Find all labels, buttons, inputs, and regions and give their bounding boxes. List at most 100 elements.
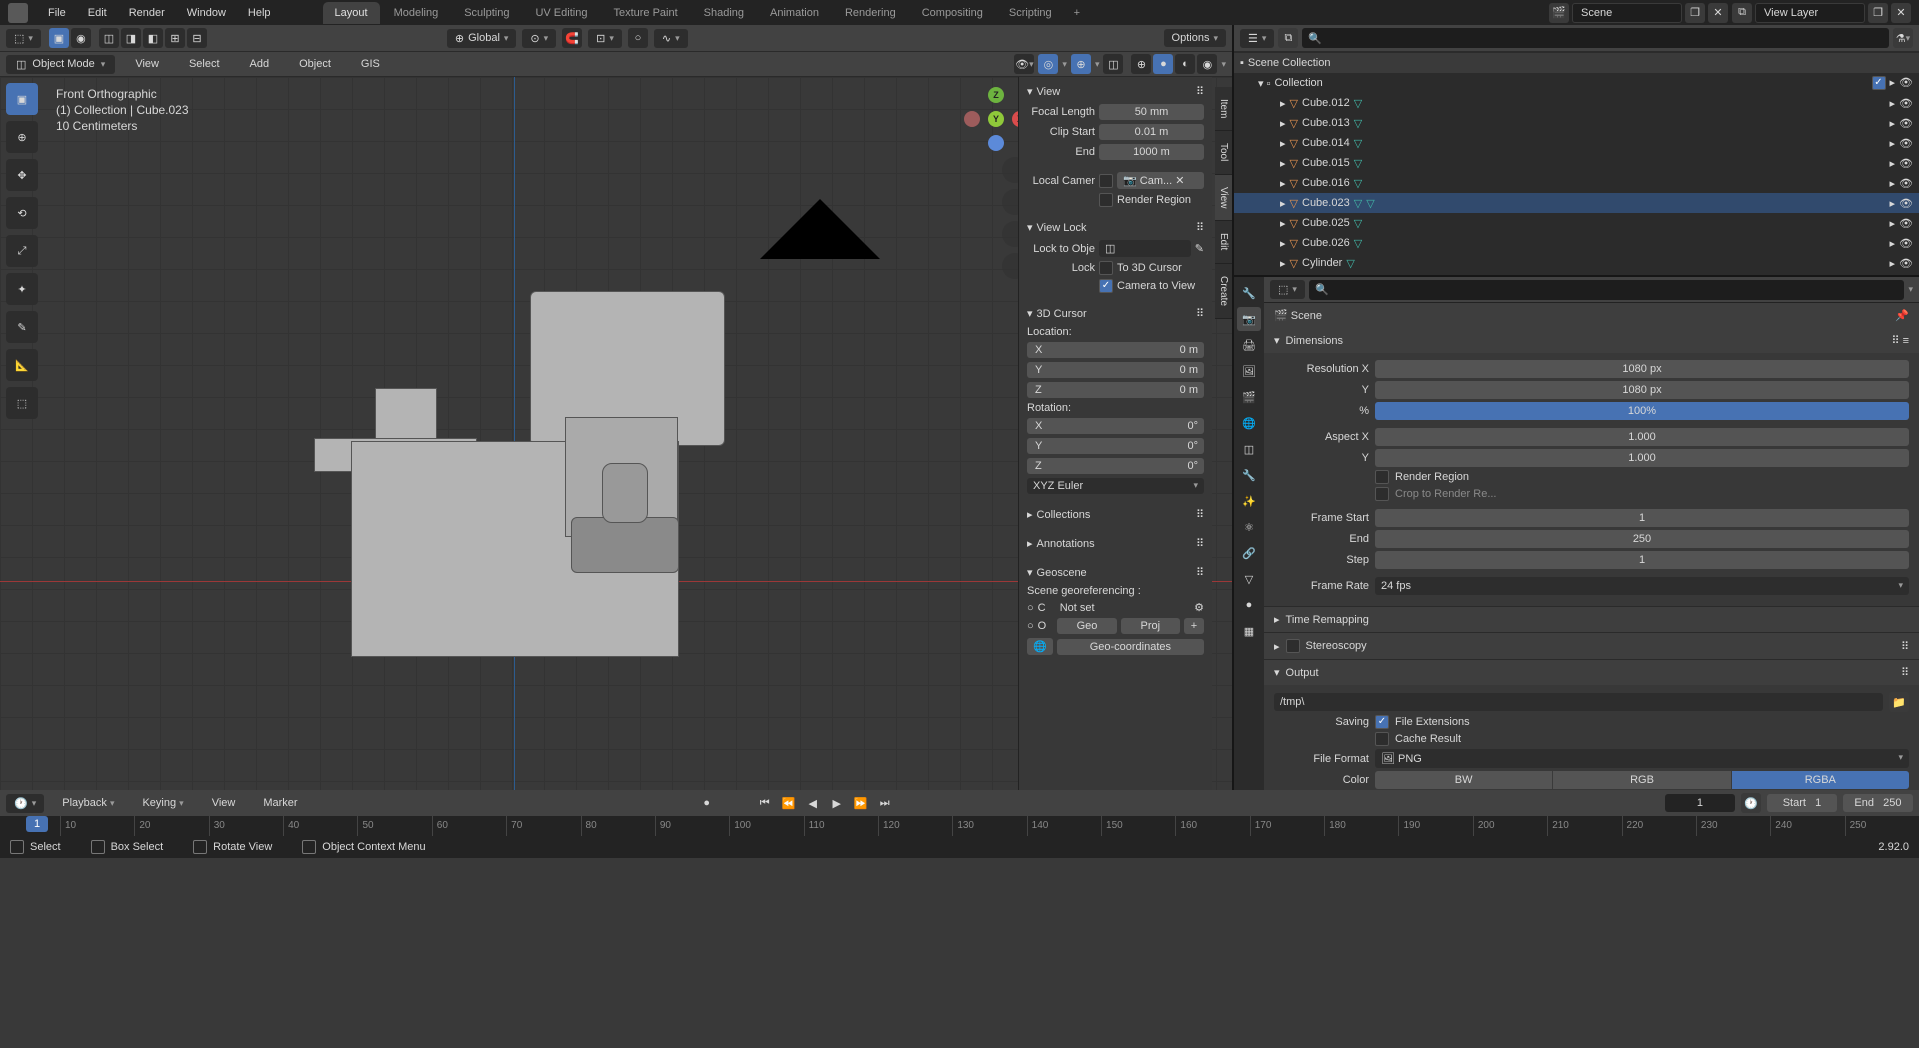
outliner-collection[interactable]: ▾ ▫ Collection▸👁 [1234,73,1919,93]
local-camera-checkbox[interactable] [1099,174,1113,188]
color-mode-rgb[interactable]: RGB [1553,771,1731,789]
timeline-ruler[interactable]: 1 10203040506070809010011012013014015016… [0,816,1919,836]
outliner-item-cube-025[interactable]: ▸ ▽ Cube.025 ▽▸👁 [1234,213,1919,233]
workspace-compositing[interactable]: Compositing [910,2,995,24]
props-editor-type[interactable]: ⬚ ▾ [1270,280,1305,299]
item-visibility-icon[interactable]: 👁 [1899,137,1913,150]
n-tab-edit[interactable]: Edit [1215,221,1232,263]
scene-delete-icon[interactable]: ✕ [1708,3,1728,23]
item-visibility-icon[interactable]: 👁 [1899,197,1913,210]
prop-tab-modifiers[interactable]: 🔧 [1237,463,1261,487]
output-header[interactable]: ▾ Output⠿ [1264,660,1919,685]
lock-to-object-field[interactable]: ◫ [1099,240,1191,257]
tool-cursor[interactable]: ⊕ [6,121,38,153]
menu-render[interactable]: Render [119,3,175,23]
jump-next-key-icon[interactable]: ⏩ [851,793,871,813]
proportional-edit-icon[interactable]: ○ [628,28,648,48]
geo-button[interactable]: Geo [1057,618,1116,634]
tool-select-box[interactable]: ▣ [6,83,38,115]
local-camera-field[interactable]: 📷 Cam... ✕ [1117,172,1204,189]
render-region-checkbox[interactable] [1099,193,1113,207]
workspace-layout[interactable]: Layout [323,2,380,24]
rotation-mode-selector[interactable]: XYZ Euler▾ [1027,478,1204,494]
tool-rotate[interactable]: ⟲ [6,197,38,229]
frame-start-timeline[interactable]: Start 1 [1767,794,1837,812]
outliner-item-cube-012[interactable]: ▸ ▽ Cube.012 ▽▸👁 [1234,93,1919,113]
timeline-marker-menu[interactable]: Marker [253,793,307,813]
autokey-toggle[interactable]: ● [697,793,717,813]
browse-folder-icon[interactable]: 📁 [1889,692,1909,712]
output-path-field[interactable]: /tmp\ [1274,693,1883,711]
xray-toggle-icon[interactable]: ◫ [1103,54,1123,74]
item-select-icon[interactable]: ▸ [1890,157,1896,170]
item-visibility-icon[interactable]: 👁 [1899,217,1913,230]
prop-tab-object[interactable]: ◫ [1237,437,1261,461]
item-select-icon[interactable]: ▸ [1890,137,1896,150]
item-select-icon[interactable]: ▸ [1890,117,1896,130]
outliner-item-cube-014[interactable]: ▸ ▽ Cube.014 ▽▸👁 [1234,133,1919,153]
outliner-item-cube-013[interactable]: ▸ ▽ Cube.013 ▽▸👁 [1234,113,1919,133]
clip-end-field[interactable]: 1000 m [1099,144,1204,160]
viewlayer-name-field[interactable]: View Layer [1755,3,1865,23]
clip-start-field[interactable]: 0.01 m [1099,124,1204,140]
editor-type-selector[interactable]: ⬚ ▾ [6,29,41,48]
preview-range-icon[interactable]: 🕐 [1741,793,1761,813]
resolution-x-field[interactable]: 1080 px [1375,360,1909,378]
snap-mode-1-icon[interactable]: ◫ [99,28,119,48]
workspace-modeling[interactable]: Modeling [382,2,451,24]
pin-icon[interactable]: 📌 [1895,309,1909,322]
aspect-x-field[interactable]: 1.000 [1375,428,1909,446]
collection-select-icon[interactable]: ▸ [1890,76,1896,90]
workspace-scripting[interactable]: Scripting [997,2,1064,24]
overlays-toggle-icon[interactable]: ⊕ [1071,54,1091,74]
prop-tab-render[interactable]: 📷 [1237,307,1261,331]
stereoscopy-checkbox[interactable] [1286,639,1300,653]
menu-file[interactable]: File [38,3,76,23]
viewport-menu-select[interactable]: Select [179,54,230,74]
n-panel-view-header[interactable]: ▾ View⠿ [1027,81,1204,102]
frame-step-field[interactable]: 1 [1375,551,1909,569]
orientation-selector[interactable]: ⊕ Global ▾ [447,29,517,48]
collection-visibility-icon[interactable]: 👁 [1899,76,1913,90]
item-visibility-icon[interactable]: 👁 [1899,97,1913,110]
cursor-rot-x[interactable]: X0° [1027,418,1204,434]
n-panel-viewlock-header[interactable]: ▾ View Lock⠿ [1027,217,1204,238]
color-mode-bw[interactable]: BW [1375,771,1553,789]
snap-mode-3-icon[interactable]: ◧ [143,28,163,48]
file-ext-checkbox[interactable] [1375,715,1389,729]
prop-tab-viewlayer[interactable]: 🖼 [1237,359,1261,383]
scene-new-icon[interactable]: ❐ [1685,3,1705,23]
workspace-shading[interactable]: Shading [692,2,756,24]
outliner-search[interactable]: 🔍 [1302,28,1889,48]
3d-viewport[interactable]: ▣ ⊕ ✥ ⟲ ⤢ ✦ ✎ 📐 ⬚ Front Orthographic (1)… [0,77,1232,790]
snap-mode-5-icon[interactable]: ⊟ [187,28,207,48]
workspace-sculpting[interactable]: Sculpting [452,2,521,24]
frame-end-field[interactable]: 250 [1375,530,1909,548]
item-select-icon[interactable]: ▸ [1890,177,1896,190]
prop-tab-particles[interactable]: ✨ [1237,489,1261,513]
cache-result-checkbox[interactable] [1375,732,1389,746]
gizmo-toggle-icon[interactable]: ◎ [1038,54,1058,74]
play-reverse-icon[interactable]: ◀ [803,793,823,813]
jump-prev-key-icon[interactable]: ⏪ [779,793,799,813]
aspect-y-field[interactable]: 1.000 [1375,449,1909,467]
cursor-tool-icon[interactable]: ◉ [71,28,91,48]
item-visibility-icon[interactable]: 👁 [1899,157,1913,170]
cursor-loc-z[interactable]: Z0 m [1027,382,1204,398]
dimensions-header[interactable]: ▾ Dimensions⠿ ≡ [1264,328,1919,353]
prop-tab-world[interactable]: 🌐 [1237,411,1261,435]
to-3d-cursor-checkbox[interactable] [1099,261,1113,275]
workspace-rendering[interactable]: Rendering [833,2,908,24]
color-mode-rgba[interactable]: RGBA [1732,771,1909,789]
menu-window[interactable]: Window [177,3,236,23]
viewport-menu-view[interactable]: View [125,54,169,74]
n-panel-annotations-header[interactable]: ▸ Annotations⠿ [1027,533,1204,554]
snap-mode-4-icon[interactable]: ⊞ [165,28,185,48]
outliner-item-cube-026[interactable]: ▸ ▽ Cube.026 ▽▸👁 [1234,233,1919,253]
viewlayer-browse-icon[interactable]: ⧉ [1732,3,1752,23]
frame-rate-selector[interactable]: 24 fps▾ [1375,577,1909,595]
item-select-icon[interactable]: ▸ [1890,197,1896,210]
item-visibility-icon[interactable]: 👁 [1899,237,1913,250]
time-remapping-header[interactable]: ▸ Time Remapping [1264,607,1919,632]
collection-exclude-checkbox[interactable] [1872,76,1886,90]
